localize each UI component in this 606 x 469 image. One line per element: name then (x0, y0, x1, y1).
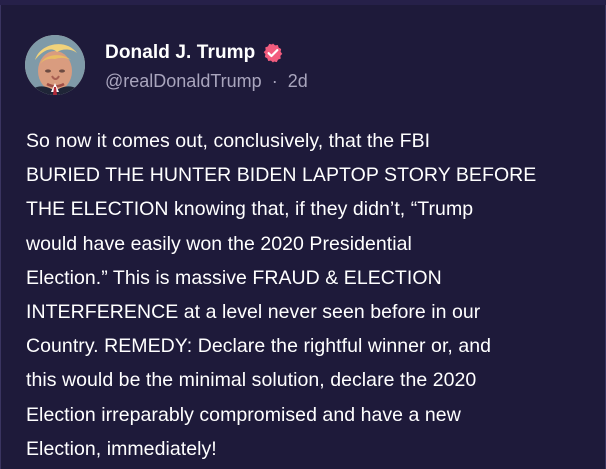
author-handle[interactable]: @realDonaldTrump (105, 71, 262, 91)
post-line-8: this would be the minimal solution, decl… (26, 369, 477, 392)
author-name-row: Donald J. Trump (105, 41, 284, 65)
author-meta-row: @realDonaldTrump · 2d (105, 71, 308, 95)
author-avatar[interactable] (25, 35, 85, 95)
social-post: Donald J. Trump @realDonaldTrump · 2d So… (0, 5, 606, 469)
verified-badge-icon (262, 42, 284, 64)
post-line-6: INTERFERENCE at a level never seen befor… (26, 301, 481, 324)
post-line-7: Country. REMEDY: Declare the rightful wi… (26, 335, 492, 358)
post-line-9: Election irreparably compromised and hav… (26, 403, 461, 426)
post-line-2: BURIED THE HUNTER BIDEN LAPTOP STORY BEF… (26, 164, 537, 187)
post-body: So now it comes out, conclusively, that … (26, 124, 596, 466)
post-line-4: would have easily won the 2020 President… (26, 232, 412, 255)
post-line-1: So now it comes out, conclusively, that … (26, 130, 431, 152)
post-line-5: Election.” This is massive FRAUD & ELECT… (26, 266, 442, 289)
post-time[interactable]: 2d (288, 71, 308, 91)
post-line-3: THE ELECTION knowing that, if they didn’… (26, 198, 474, 221)
meta-separator: · (271, 71, 278, 91)
author-display-name[interactable]: Donald J. Trump (105, 42, 255, 64)
post-line-10: Election, immediately! (26, 437, 217, 460)
